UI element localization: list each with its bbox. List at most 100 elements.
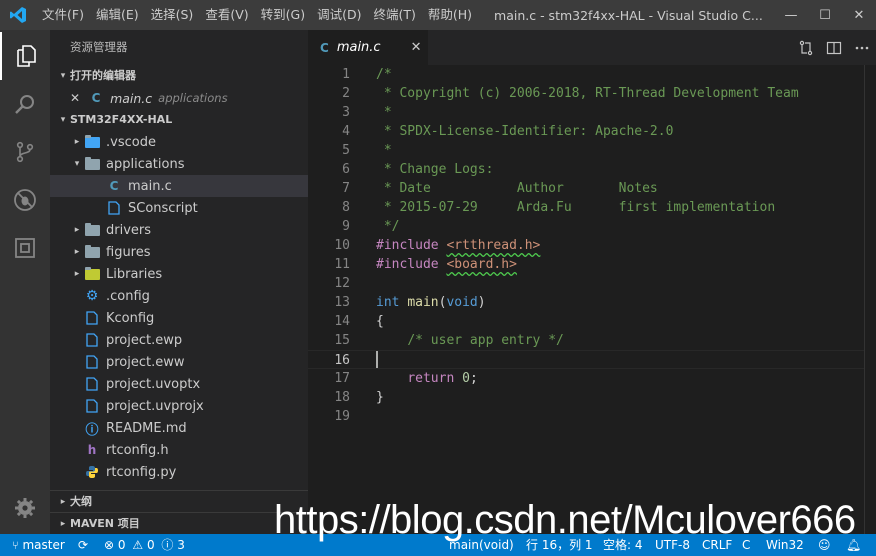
- menu-item-2[interactable]: 选择(S): [145, 0, 200, 30]
- problems-status[interactable]: ⊗ 0 ⚠ 0 ⓘ 3: [104, 534, 185, 556]
- code-line[interactable]: 2 * Copyright (c) 2006-2018, RT-Thread D…: [308, 84, 864, 103]
- window-title: main.c - stm32f4xx-HAL - Visual Studio C…: [494, 7, 763, 23]
- code-line[interactable]: 19: [308, 407, 864, 426]
- code-line[interactable]: 15 /* user app entry */: [308, 331, 864, 350]
- code-line[interactable]: 5 *: [308, 141, 864, 160]
- debug-icon[interactable]: [0, 176, 50, 224]
- code-line[interactable]: 17 return 0;: [308, 369, 864, 388]
- extensions-icon[interactable]: [0, 224, 50, 272]
- minimize-button[interactable]: —: [774, 0, 808, 30]
- branch-name: master: [22, 538, 65, 552]
- code-token: #include: [376, 257, 447, 272]
- line-number: 14: [334, 314, 350, 329]
- search-icon[interactable]: [0, 80, 50, 128]
- tree-item[interactable]: SConscript: [50, 197, 308, 219]
- settings-gear-icon[interactable]: [0, 484, 50, 532]
- more-actions-icon[interactable]: [848, 40, 876, 56]
- warning-count: 0: [146, 538, 155, 552]
- code-editor[interactable]: 1 /* 2 * Copyright (c) 2006-2018, RT-Threa…: [308, 65, 876, 534]
- open-editors-header[interactable]: ▾ 打开的编辑器: [50, 65, 308, 87]
- info-count: 3: [177, 538, 185, 552]
- menu-item-0[interactable]: 文件(F): [36, 0, 90, 30]
- outline-section[interactable]: ▸ 大纲: [50, 490, 308, 512]
- tree-item[interactable]: Cmain.c: [50, 175, 308, 197]
- tree-item[interactable]: project.uvprojx: [50, 395, 308, 417]
- tree-item[interactable]: project.uvoptx: [50, 373, 308, 395]
- tree-item[interactable]: ▸ Libraries: [50, 263, 308, 285]
- tree-item[interactable]: project.ewp: [50, 329, 308, 351]
- sync-icon[interactable]: ⟳: [78, 534, 88, 556]
- open-editor-item[interactable]: ✕ C main.c applications: [50, 87, 308, 109]
- code-line[interactable]: 16: [308, 350, 864, 369]
- tree-item[interactable]: ▸ drivers: [50, 219, 308, 241]
- code-text: }: [376, 388, 384, 407]
- code-text: {: [376, 312, 384, 331]
- menu-item-7[interactable]: 帮助(H): [422, 0, 478, 30]
- code-line[interactable]: 12: [308, 274, 864, 293]
- overview-ruler[interactable]: [864, 65, 876, 534]
- maven-section[interactable]: ▸ MAVEN 项目: [50, 512, 308, 534]
- tree-item[interactable]: ▸ .vscode: [50, 131, 308, 153]
- chevron-right-icon: ▸: [74, 247, 80, 257]
- code-line[interactable]: 14 {: [308, 312, 864, 331]
- menu-item-4[interactable]: 转到(G): [255, 0, 311, 30]
- open-changes-icon[interactable]: [792, 40, 820, 56]
- code-token: }: [376, 390, 384, 405]
- tree-item[interactable]: ▸ figures: [50, 241, 308, 263]
- tree-item-label: figures: [106, 244, 151, 260]
- source-control-icon[interactable]: [0, 128, 50, 176]
- close-icon[interactable]: ✕: [70, 91, 80, 105]
- tree-item[interactable]: ⚙ .config: [50, 285, 308, 307]
- code-line[interactable]: 11 #include <board.h>: [308, 255, 864, 274]
- split-editor-icon[interactable]: [820, 40, 848, 56]
- close-window-button[interactable]: ✕: [842, 0, 876, 30]
- code-line[interactable]: 13 int main(void): [308, 293, 864, 312]
- project-header[interactable]: ▾ STM32F4XX-HAL: [50, 109, 308, 131]
- line-number: 10: [334, 238, 350, 253]
- file-icon: [84, 310, 100, 326]
- tree-item[interactable]: Kconfig: [50, 307, 308, 329]
- tree-item[interactable]: project.eww: [50, 351, 308, 373]
- tree-item[interactable]: h rtconfig.h: [50, 439, 308, 461]
- code-token: 0: [462, 371, 470, 386]
- text-cursor: [376, 351, 378, 368]
- code-line[interactable]: 4 * SPDX-License-Identifier: Apache-2.0: [308, 122, 864, 141]
- code-line[interactable]: 3 *: [308, 103, 864, 122]
- tree-item-label: .config: [106, 288, 150, 304]
- menu-item-1[interactable]: 编辑(E): [90, 0, 145, 30]
- menu-item-3[interactable]: 查看(V): [199, 0, 254, 30]
- code-token: #include: [376, 238, 447, 253]
- code-text: *: [376, 103, 392, 122]
- c-file-icon: C: [320, 40, 329, 55]
- code-line[interactable]: 1 /*: [308, 65, 864, 84]
- menu-item-5[interactable]: 调试(D): [311, 0, 367, 30]
- maximize-button[interactable]: ☐: [808, 0, 842, 30]
- tree-item[interactable]: ⓘ README.md: [50, 417, 308, 439]
- explorer-icon[interactable]: [0, 32, 50, 80]
- tree-item-label: SConscript: [128, 200, 198, 216]
- file-icon: [84, 376, 100, 392]
- code-line[interactable]: 9 */: [308, 217, 864, 236]
- branch-status[interactable]: ⑂ master: [12, 534, 65, 556]
- code-line[interactable]: 18}: [308, 388, 864, 407]
- line-number: 19: [334, 409, 350, 424]
- code-token: */: [376, 219, 400, 234]
- menu-item-6[interactable]: 终端(T): [367, 0, 421, 30]
- info-icon: ⓘ: [161, 538, 174, 552]
- code-line[interactable]: 8 * 2015-07-29 Arda.Fu first implementat…: [308, 198, 864, 217]
- tab-close-button[interactable]: ✕: [411, 40, 422, 55]
- code-token: /*: [376, 67, 392, 82]
- tab-main-c[interactable]: C main.c ✕: [308, 30, 428, 65]
- tree-item-label: main.c: [128, 178, 172, 194]
- tree-item[interactable]: rtconfig.py: [50, 461, 308, 483]
- code-line[interactable]: 6 * Change Logs:: [308, 160, 864, 179]
- tree-item-label: project.eww: [106, 354, 185, 370]
- tree-item[interactable]: ▾ applications: [50, 153, 308, 175]
- line-number: 17: [334, 371, 350, 386]
- c-file-icon: C: [91, 91, 101, 105]
- code-text: #include <board.h>: [376, 255, 517, 274]
- code-line[interactable]: 10 #include <rtthread.h>: [308, 236, 864, 255]
- code-line[interactable]: 7 * Date Author Notes: [308, 179, 864, 198]
